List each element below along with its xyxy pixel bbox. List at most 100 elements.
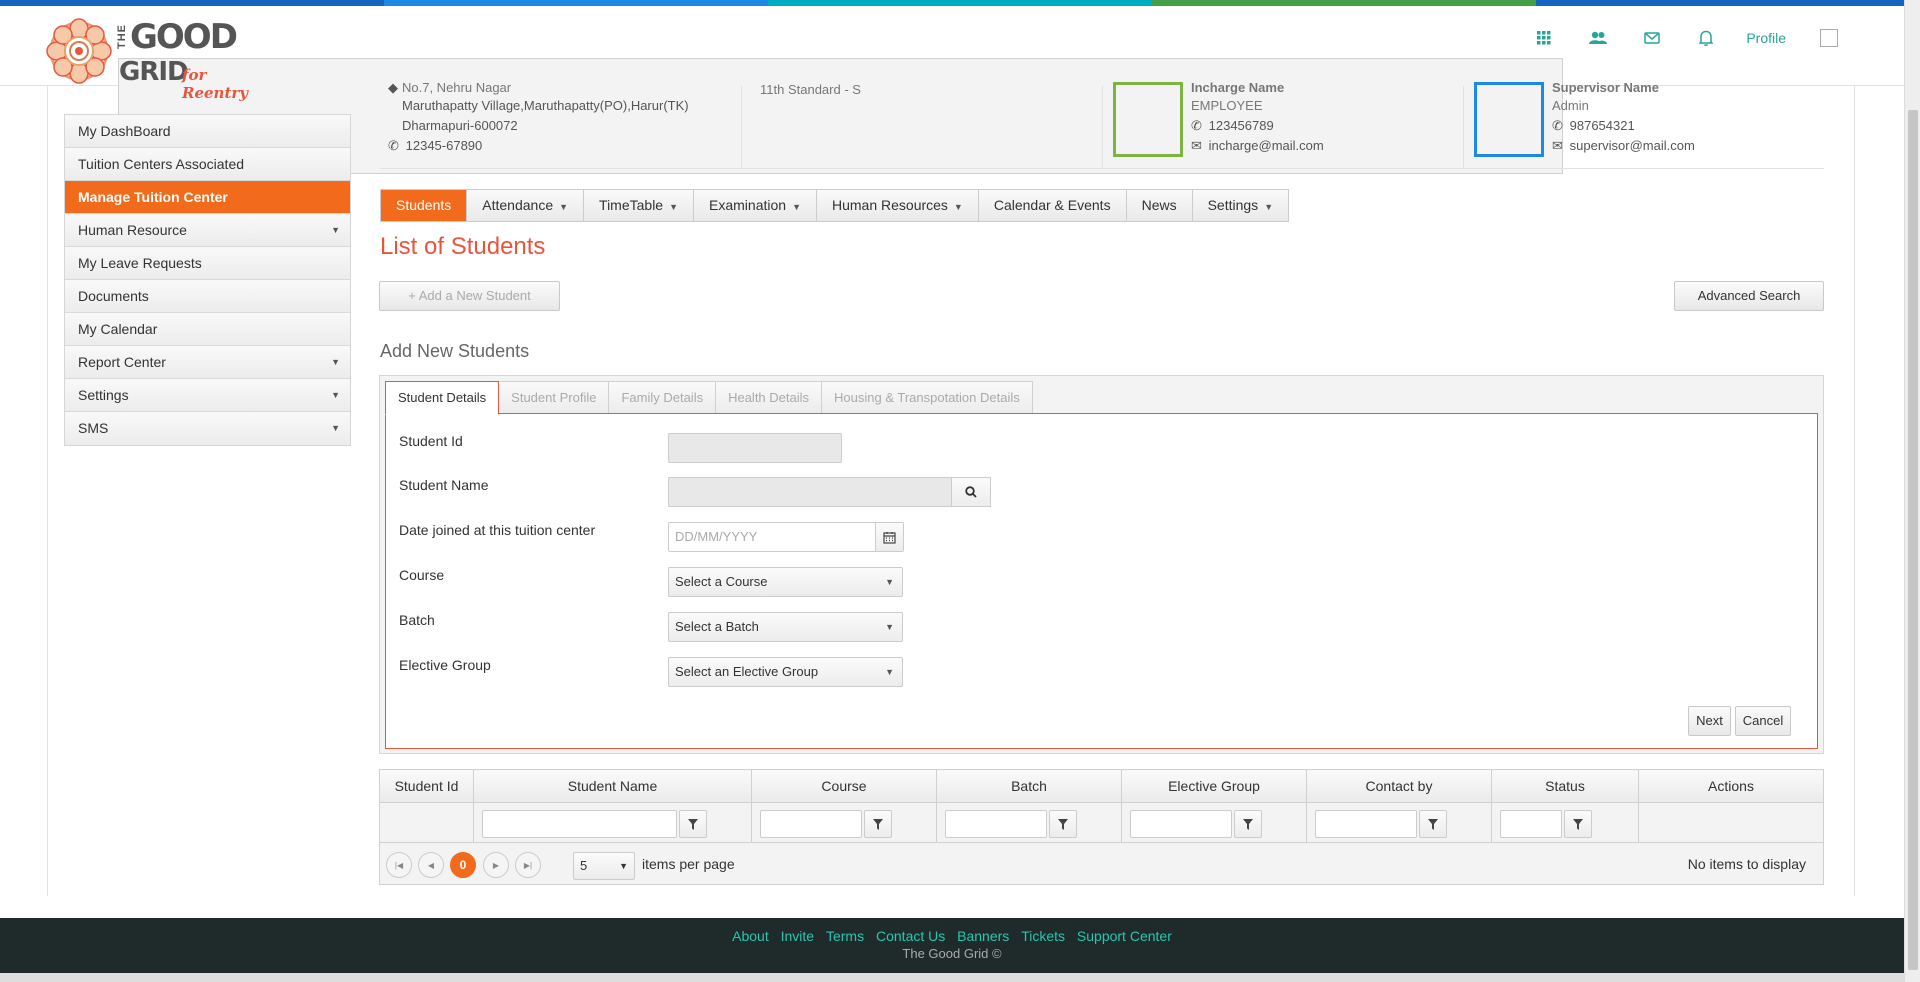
batch-select[interactable]: Select a Batch ▼ bbox=[668, 612, 903, 642]
mail-icon[interactable] bbox=[1642, 28, 1662, 48]
supervisor-email[interactable]: ✉ supervisor@mail.com bbox=[1552, 138, 1695, 154]
profile-link[interactable]: Profile bbox=[1746, 30, 1786, 46]
prev-page-icon[interactable]: ◀ bbox=[418, 852, 444, 878]
filter-icon[interactable] bbox=[864, 810, 892, 838]
add-student-button[interactable]: + Add a New Student bbox=[379, 281, 560, 311]
student-search-button[interactable] bbox=[951, 477, 991, 507]
footer-link-contact[interactable]: Contact Us bbox=[876, 928, 945, 944]
scrollbar-thumb[interactable] bbox=[1908, 110, 1918, 970]
filter-icon[interactable] bbox=[679, 810, 707, 838]
column-batch[interactable]: Batch bbox=[937, 770, 1122, 802]
column-student-name[interactable]: Student Name bbox=[474, 770, 752, 802]
sidebar-item-documents[interactable]: Documents bbox=[65, 280, 350, 313]
footer-link-banners[interactable]: Banners bbox=[957, 928, 1009, 944]
elective-group-select[interactable]: Select an Elective Group ▼ bbox=[668, 657, 903, 687]
tab-health-details[interactable]: Health Details bbox=[715, 381, 823, 413]
section-title: Add New Students bbox=[380, 341, 530, 361]
caret-down-icon: ▼ bbox=[1264, 202, 1274, 212]
filter-icon[interactable] bbox=[1564, 810, 1592, 838]
sidebar-item-tuition-centers[interactable]: Tuition Centers Associated bbox=[65, 148, 350, 181]
caret-down-icon: ▼ bbox=[331, 225, 340, 235]
footer-link-invite[interactable]: Invite bbox=[781, 928, 814, 944]
tab-news[interactable]: News bbox=[1127, 190, 1193, 221]
next-page-icon[interactable]: ▶ bbox=[483, 852, 509, 878]
sidebar-item-human-resource[interactable]: Human Resource ▼ bbox=[65, 214, 350, 247]
footer-link-terms[interactable]: Terms bbox=[826, 928, 864, 944]
filter-icon[interactable] bbox=[1049, 810, 1077, 838]
filter-cell-batch bbox=[937, 803, 1122, 843]
student-name-field[interactable] bbox=[668, 477, 952, 507]
filter-icon[interactable] bbox=[1234, 810, 1262, 838]
column-status[interactable]: Status bbox=[1492, 770, 1639, 802]
first-page-icon[interactable]: |◀ bbox=[386, 852, 412, 878]
tab-attendance[interactable]: Attendance ▼ bbox=[467, 190, 585, 221]
sidebar-item-sms[interactable]: SMS ▼ bbox=[65, 412, 350, 445]
users-icon[interactable] bbox=[1588, 28, 1608, 48]
filter-icon[interactable] bbox=[1419, 810, 1447, 838]
filter-input-course[interactable] bbox=[760, 810, 862, 838]
grid-filter-row bbox=[380, 803, 1823, 843]
column-contact-by[interactable]: Contact by bbox=[1307, 770, 1492, 802]
tab-student-details[interactable]: Student Details bbox=[385, 381, 500, 415]
filter-input-student-name[interactable] bbox=[482, 810, 677, 838]
tab-housing-details[interactable]: Housing & Transpotation Details bbox=[821, 381, 1033, 413]
current-page[interactable]: 0 bbox=[450, 852, 476, 878]
tab-examination[interactable]: Examination ▼ bbox=[694, 190, 817, 221]
course-select[interactable]: Select a Course ▼ bbox=[668, 567, 903, 597]
apps-grid-icon[interactable] bbox=[1534, 28, 1554, 48]
column-elective-group[interactable]: Elective Group bbox=[1122, 770, 1307, 802]
students-grid: Student Id Student Name Course Batch Ele… bbox=[379, 769, 1824, 885]
supervisor-role: Admin bbox=[1552, 98, 1589, 113]
cancel-button[interactable]: Cancel bbox=[1735, 706, 1791, 736]
incharge-email[interactable]: ✉ incharge@mail.com bbox=[1191, 138, 1324, 154]
column-course[interactable]: Course bbox=[752, 770, 937, 802]
filter-input-elective-group[interactable] bbox=[1130, 810, 1232, 838]
page-size-select[interactable]: 5 ▼ bbox=[573, 852, 635, 880]
sidebar-item-calendar[interactable]: My Calendar bbox=[65, 313, 350, 346]
filter-input-batch[interactable] bbox=[945, 810, 1047, 838]
student-name-label: Student Name bbox=[399, 477, 489, 493]
sidebar-item-settings[interactable]: Settings ▼ bbox=[65, 379, 350, 412]
phone-icon: ✆ bbox=[1552, 118, 1563, 133]
vertical-scrollbar[interactable] bbox=[1904, 0, 1920, 982]
bell-icon[interactable] bbox=[1696, 28, 1716, 48]
sidebar-item-report-center[interactable]: Report Center ▼ bbox=[65, 346, 350, 379]
incharge-name: Incharge Name bbox=[1191, 80, 1285, 95]
form-tabs: Student Details Student Profile Family D… bbox=[385, 381, 1033, 415]
address-line1: ◆ No.7, Nehru Nagar bbox=[388, 80, 512, 95]
filter-cell-actions bbox=[1639, 803, 1823, 843]
filter-input-status[interactable] bbox=[1500, 810, 1562, 838]
last-page-icon[interactable]: ▶| bbox=[515, 852, 541, 878]
student-details-form: Student Id Student Name Date joined at t… bbox=[385, 413, 1818, 749]
caret-down-icon: ▼ bbox=[619, 861, 628, 871]
next-button[interactable]: Next bbox=[1688, 706, 1731, 736]
tab-students[interactable]: Students bbox=[381, 190, 468, 221]
sidebar: My DashBoard Tuition Centers Associated … bbox=[64, 114, 351, 446]
avatar[interactable] bbox=[1820, 29, 1838, 47]
advanced-search-button[interactable]: Advanced Search bbox=[1674, 281, 1824, 311]
footer-link-tickets[interactable]: Tickets bbox=[1021, 928, 1065, 944]
sidebar-item-dashboard[interactable]: My DashBoard bbox=[65, 115, 350, 148]
tab-student-profile[interactable]: Student Profile bbox=[498, 381, 610, 413]
sidebar-item-leave-requests[interactable]: My Leave Requests bbox=[65, 247, 350, 280]
calendar-icon[interactable] bbox=[875, 523, 903, 551]
tab-calendar-events[interactable]: Calendar & Events bbox=[979, 190, 1127, 221]
filter-input-contact-by[interactable] bbox=[1315, 810, 1417, 838]
incharge-role: EMPLOYEE bbox=[1191, 98, 1263, 113]
tab-timetable[interactable]: TimeTable ▼ bbox=[584, 190, 695, 221]
incharge-photo bbox=[1113, 82, 1183, 157]
caret-down-icon: ▼ bbox=[885, 577, 894, 587]
caret-down-icon: ▼ bbox=[792, 202, 801, 212]
tab-settings[interactable]: Settings ▼ bbox=[1193, 190, 1289, 221]
sidebar-item-manage-tuition-center[interactable]: Manage Tuition Center bbox=[65, 181, 350, 214]
footer-link-about[interactable]: About bbox=[732, 928, 769, 944]
logo[interactable]: THE GOOD GRID for Reentry bbox=[46, 14, 1563, 174]
column-student-id[interactable]: Student Id bbox=[380, 770, 474, 802]
student-id-field[interactable] bbox=[668, 433, 842, 463]
supervisor-name: Supervisor Name bbox=[1552, 80, 1659, 95]
supervisor-phone: ✆ 987654321 bbox=[1552, 118, 1635, 133]
footer-link-support[interactable]: Support Center bbox=[1077, 928, 1172, 944]
tab-family-details[interactable]: Family Details bbox=[608, 381, 717, 413]
tab-human-resources[interactable]: Human Resources ▼ bbox=[817, 190, 979, 221]
date-joined-field[interactable]: DD/MM/YYYY bbox=[668, 522, 904, 552]
